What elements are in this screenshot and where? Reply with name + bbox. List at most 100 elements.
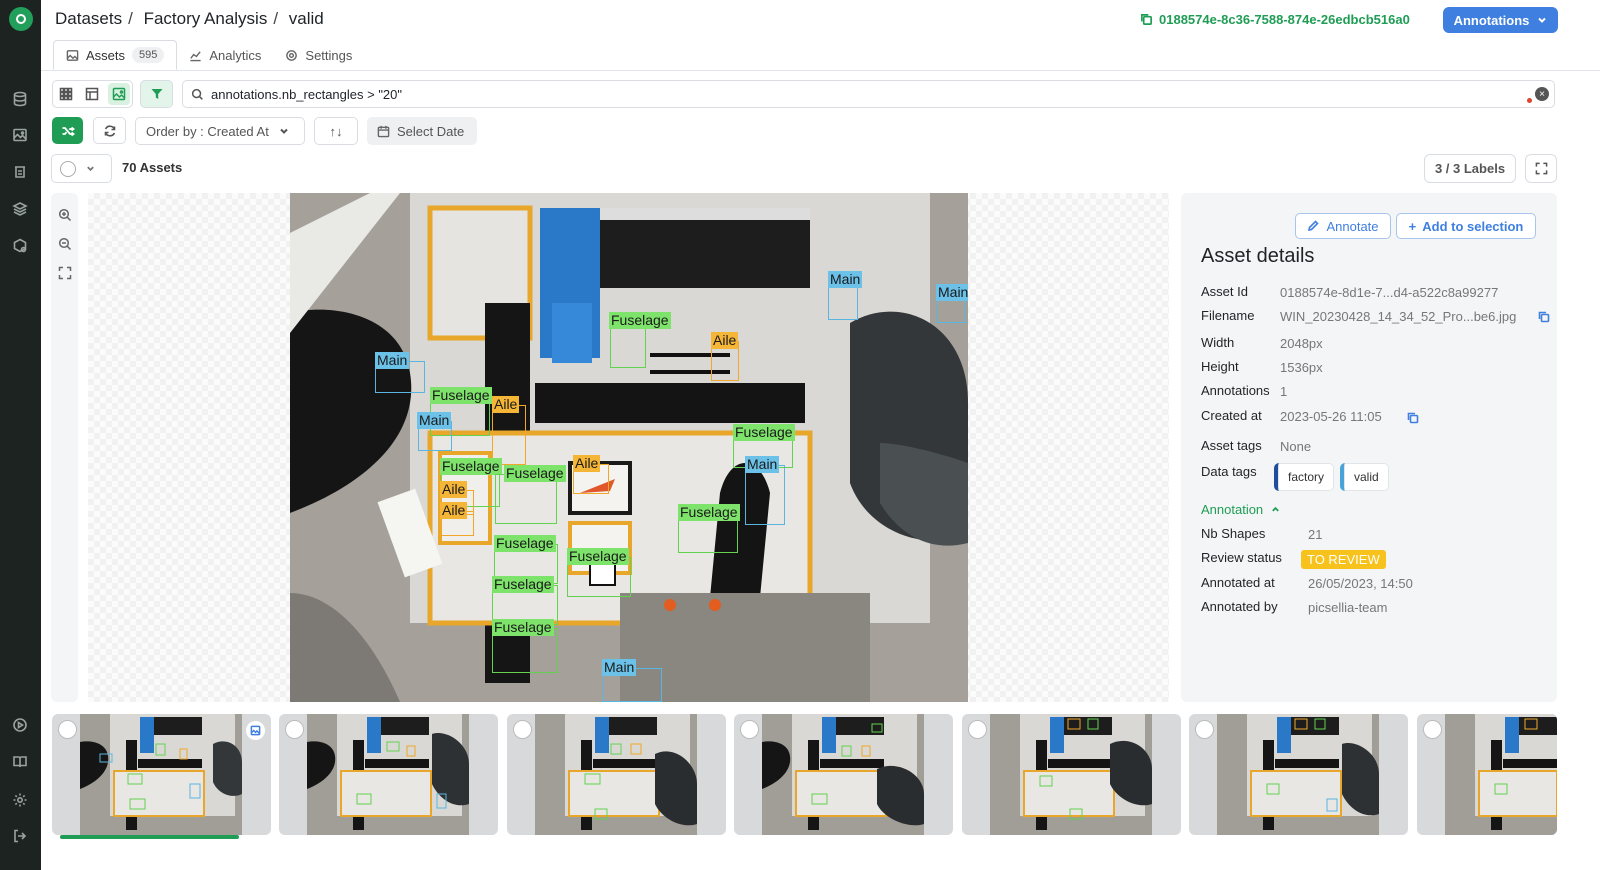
image-icon[interactable] (246, 721, 265, 740)
annotate-button[interactable]: Annotate (1295, 213, 1391, 239)
select-all-dropdown[interactable] (51, 154, 112, 183)
add-to-selection-button[interactable]: + Add to selection (1396, 213, 1536, 239)
bbox-label-main: Main (745, 456, 780, 473)
thumbnail[interactable] (52, 714, 271, 835)
breadcrumb-dataset[interactable]: Factory Analysis (144, 9, 268, 28)
filter-button[interactable] (140, 80, 173, 108)
detail-height: Height 1536px (1201, 359, 1323, 375)
thumbnail-select-radio[interactable] (285, 720, 304, 739)
thumbnail-image (307, 714, 469, 835)
database-icon[interactable] (9, 88, 31, 110)
tab-settings[interactable]: Settings (273, 40, 364, 70)
chevron-down-icon (280, 128, 288, 134)
thumbnail-select-radio[interactable] (740, 720, 759, 739)
fullscreen-button[interactable] (1525, 154, 1557, 183)
annotation-section-label: Annotation (1201, 502, 1264, 517)
image-icon[interactable] (9, 124, 31, 146)
shuffle-icon (62, 126, 75, 136)
zoom-in-icon[interactable] (56, 206, 73, 223)
bbox-aile[interactable] (492, 405, 526, 465)
sort-direction-button[interactable]: ↑↓ (314, 117, 358, 145)
detail-value: WIN_20230428_14_34_52_Pro...be6.jpg (1280, 309, 1517, 324)
calendar-icon (377, 125, 390, 137)
layers-icon[interactable] (9, 198, 31, 220)
annotation-section-toggle[interactable]: Annotation (1201, 502, 1280, 517)
tab-assets[interactable]: Assets 595 (53, 40, 178, 70)
select-date-button[interactable]: Select Date (367, 117, 477, 145)
annotations-button[interactable]: Annotations (1443, 7, 1558, 33)
thumbnail[interactable] (1189, 714, 1408, 835)
asset-details-title: Asset details (1201, 245, 1315, 267)
table-view-button[interactable] (81, 83, 103, 105)
select-all-checkbox[interactable] (60, 160, 76, 177)
clear-query-icon[interactable]: × (1535, 87, 1549, 101)
thumbnail[interactable] (507, 714, 726, 835)
data-tag-valid[interactable]: valid (1340, 463, 1389, 491)
refresh-button[interactable] (93, 117, 126, 144)
thumbnail-image (1217, 714, 1379, 835)
thumbnail-image (535, 714, 697, 835)
thumbnail[interactable] (1417, 714, 1557, 835)
thumbnail-image (990, 714, 1152, 835)
thumbnail-image (1445, 714, 1557, 835)
asset-image: Fuselage Aile Main Main Main Fuselage Ai… (290, 193, 968, 702)
bbox-label-fuselage: Fuselage (733, 424, 795, 441)
fit-view-icon[interactable] (56, 264, 73, 281)
play-circle-icon[interactable] (9, 714, 31, 736)
pencil-icon (1308, 220, 1320, 232)
detail-key: Filename (1201, 308, 1255, 323)
tab-analytics[interactable]: Analytics (177, 40, 273, 70)
image-icon (66, 49, 79, 61)
detail-value: 1 (1280, 384, 1288, 399)
detail-value: picsellia-team (1308, 600, 1388, 615)
thumbnail-image (80, 714, 242, 835)
breadcrumb-datasets[interactable]: Datasets (55, 9, 122, 28)
model-icon[interactable] (9, 161, 31, 183)
logout-icon[interactable] (9, 825, 31, 847)
thumbnail-select-radio[interactable] (968, 720, 987, 739)
query-search-bar: × (182, 80, 1555, 108)
tab-analytics-label: Analytics (209, 47, 262, 63)
query-input[interactable] (211, 86, 1511, 102)
labels-filter-button[interactable]: 3 / 3 Labels (1424, 154, 1516, 183)
shuffle-button[interactable] (52, 117, 83, 144)
copy-date-icon[interactable] (1407, 412, 1419, 424)
detail-value: 2048px (1280, 336, 1323, 351)
assets-count: 70 Assets (122, 160, 183, 175)
thumbnail[interactable] (734, 714, 953, 835)
thumbnail[interactable] (962, 714, 1181, 835)
book-icon[interactable] (9, 751, 31, 773)
thumbnail-select-radio[interactable] (1423, 720, 1442, 739)
dataset-id[interactable]: 0188574e-8c36-7588-874e-26edbcb516a0 (1140, 12, 1410, 27)
bbox-label-main: Main (417, 412, 452, 429)
annotate-label: Annotate (1326, 218, 1379, 234)
bbox-label-fuselage: Fuselage (504, 465, 566, 482)
order-by-label: Order by : Created At (146, 123, 269, 139)
copy-filename-icon[interactable] (1538, 311, 1550, 323)
review-status-badge[interactable]: TO REVIEW (1301, 550, 1386, 569)
chevron-down-icon (1538, 17, 1547, 23)
image-viewer-canvas[interactable]: Fuselage Aile Main Main Main Fuselage Ai… (88, 193, 1169, 702)
thumbnail-select-radio[interactable] (1195, 720, 1214, 739)
deployment-icon[interactable] (9, 235, 31, 257)
thumbnail-select-radio[interactable] (513, 720, 532, 739)
asset-details-panel: Annotate + Add to selection Asset detail… (1181, 193, 1557, 702)
bbox-main[interactable] (745, 465, 785, 525)
breadcrumb-separator: / (273, 9, 279, 28)
picsellia-logo[interactable] (8, 7, 33, 31)
detail-key: Review status (1201, 550, 1282, 565)
gear-icon[interactable] (9, 789, 31, 811)
tab-assets-label: Assets (86, 47, 126, 63)
bbox-label-main: Main (602, 659, 637, 676)
detail-value: 2023-05-26 11:05 (1280, 409, 1382, 424)
order-by-select[interactable]: Order by : Created At (135, 117, 305, 145)
data-tag-factory[interactable]: factory (1274, 463, 1335, 491)
image-view-button[interactable] (107, 83, 130, 105)
thumbnail[interactable] (279, 714, 498, 835)
zoom-out-icon[interactable] (56, 235, 73, 252)
gear-icon (286, 49, 298, 61)
grid-view-button[interactable] (55, 83, 77, 105)
copy-icon[interactable] (1140, 13, 1153, 26)
thumbnail-select-radio[interactable] (58, 720, 77, 739)
table-icon (86, 87, 99, 101)
